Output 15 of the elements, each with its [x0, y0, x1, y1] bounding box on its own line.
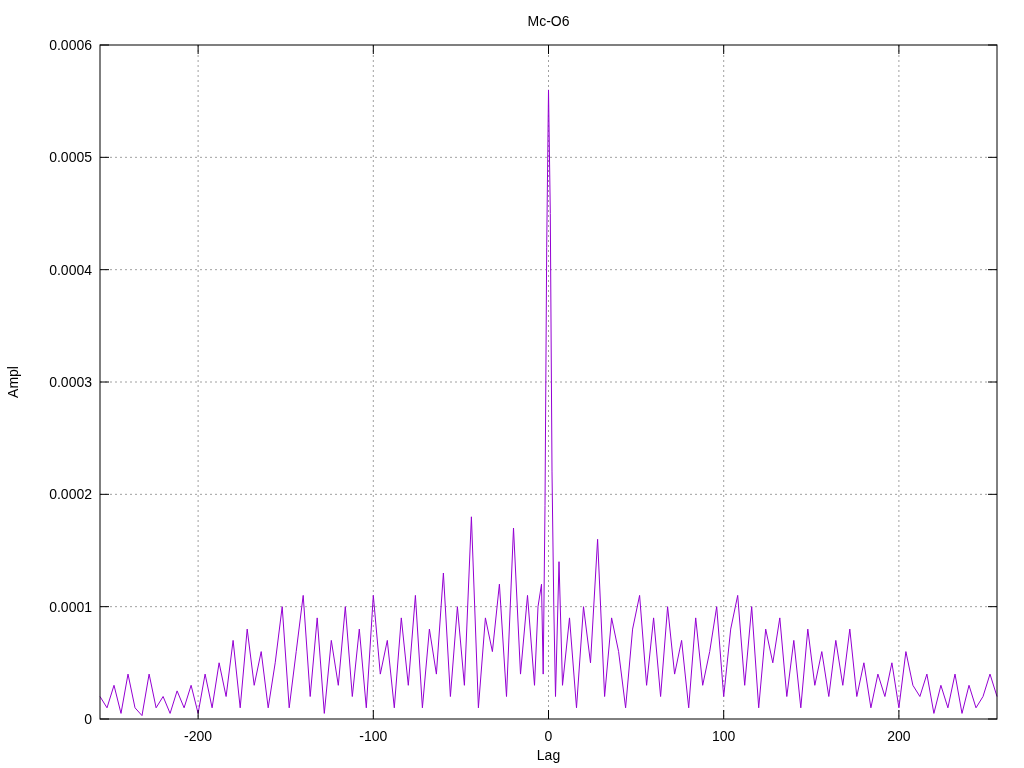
chart-title: Mc-O6 — [527, 13, 570, 29]
x-tick-label: 200 — [887, 728, 911, 744]
y-tick-label: 0 — [84, 711, 92, 727]
x-tick-label: 0 — [544, 728, 553, 744]
x-axis-label: Lag — [536, 747, 561, 763]
y-tick-label: 0.0004 — [49, 261, 92, 278]
x-tick-label: -100 — [359, 728, 388, 744]
y-axis-label: Ampl — [5, 366, 21, 398]
x-tick-label: -200 — [184, 728, 213, 744]
x-tick-label: 100 — [712, 728, 736, 744]
y-tick-label: 0.0003 — [49, 374, 92, 390]
y-tick-label: 0.0005 — [49, 149, 92, 166]
y-tick-label: 0.0002 — [49, 486, 92, 503]
y-tick-label: 0.0006 — [49, 37, 92, 53]
y-tick-label: 0.0001 — [49, 598, 92, 615]
